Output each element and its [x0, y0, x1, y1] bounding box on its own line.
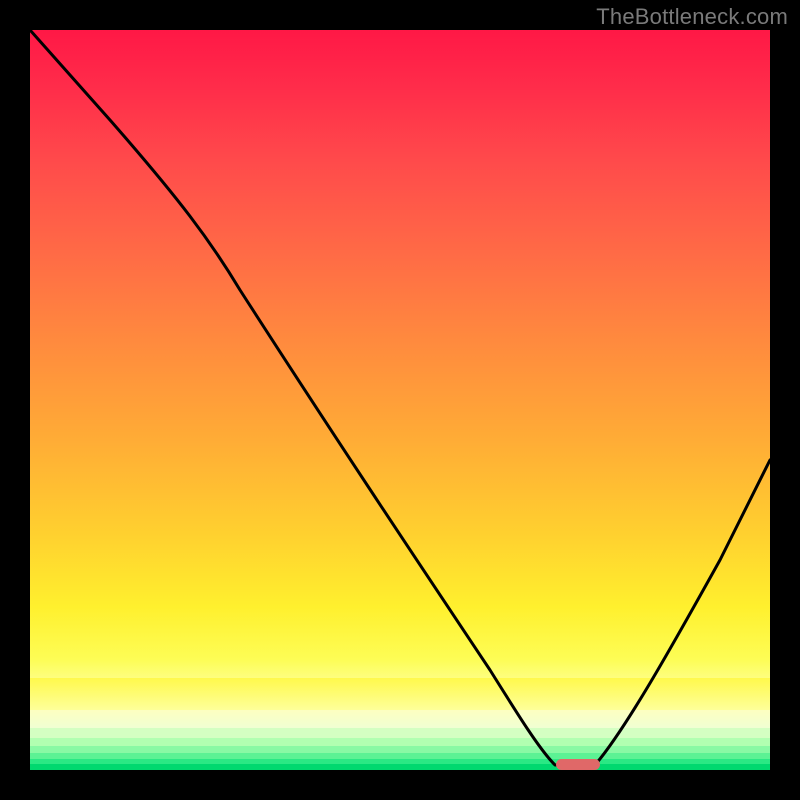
- chart-frame: TheBottleneck.com: [0, 0, 800, 800]
- plot-area: [30, 30, 770, 770]
- watermark-text: TheBottleneck.com: [596, 4, 788, 30]
- optimal-marker: [556, 759, 600, 770]
- bottleneck-curve: [30, 30, 770, 770]
- curve-path: [30, 30, 770, 765]
